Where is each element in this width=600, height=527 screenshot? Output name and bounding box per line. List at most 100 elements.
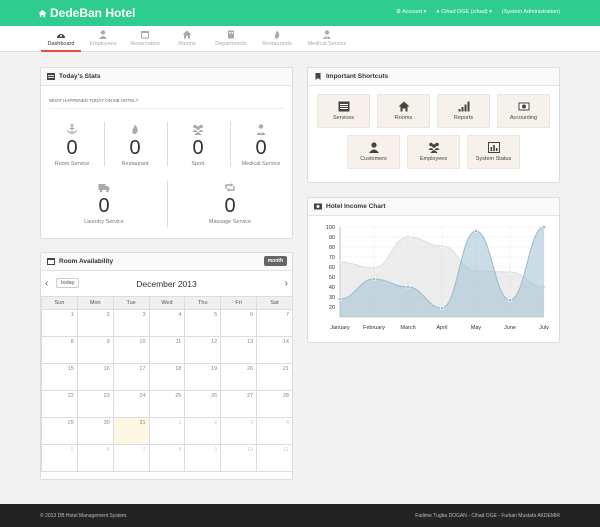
calendar-day[interactable]: 12	[184, 336, 222, 364]
user-role: (System Administration)	[501, 9, 560, 15]
stats-subtitle: WHAT HAPPENED TODAY ON DB HOTEL?	[49, 98, 139, 103]
medical-icon	[256, 124, 266, 135]
calendar-day-today[interactable]: 31	[112, 417, 150, 445]
calendar-day[interactable]: 4	[148, 309, 186, 337]
shortcut-customers[interactable]: Customers	[347, 135, 400, 169]
calendar-day[interactable]: 26	[184, 390, 222, 418]
account-menu[interactable]: ⚙ Account ▾	[396, 9, 426, 15]
calendar-day[interactable]: 29	[41, 417, 78, 445]
calendar-day[interactable]: 20	[220, 363, 258, 391]
calendar-day[interactable]: 8	[41, 336, 78, 364]
group-icon	[428, 142, 439, 153]
calendar-week: 15 16 17 18 19 20 21	[41, 363, 293, 391]
calendar-day[interactable]: 10	[112, 336, 150, 364]
calendar-day[interactable]: 2	[184, 417, 222, 445]
panel-header: Today's Stats	[41, 68, 292, 86]
shortcut-services[interactable]: Services	[317, 94, 370, 128]
y-tick-label: 50	[329, 275, 335, 281]
weekday-header: Sat	[256, 296, 293, 310]
stat-massage-service: 0 Massage Service	[198, 182, 262, 240]
calendar-day[interactable]: 15	[41, 363, 78, 391]
home-icon	[182, 30, 192, 39]
building-icon	[228, 30, 234, 39]
shortcut-system-status[interactable]: System Status	[467, 135, 520, 169]
calendar-day[interactable]: 5	[41, 444, 78, 472]
y-tick-label: 20	[329, 305, 335, 311]
calendar-grid: Sun Mon Tue Wed Thu Fri Sat 1 2 3 4 5 6 …	[41, 296, 293, 472]
x-tick-label: April	[436, 325, 447, 331]
home-icon	[398, 101, 409, 112]
calendar-day[interactable]: 25	[148, 390, 186, 418]
calendar-day[interactable]: 17	[112, 363, 150, 391]
x-tick-label: June	[504, 325, 516, 331]
calendar-day[interactable]: 5	[184, 309, 222, 337]
calendar-day[interactable]: 2	[76, 309, 114, 337]
dashboard-icon	[57, 34, 65, 38]
calendar-day[interactable]: 9	[76, 336, 114, 364]
calendar-day[interactable]: 6	[76, 444, 114, 472]
calendar-day[interactable]: 18	[148, 363, 186, 391]
x-tick-label: January	[330, 325, 350, 331]
calendar-week: 29 30 31 1 2 3 4	[41, 417, 293, 445]
calendar-day[interactable]: 27	[220, 390, 258, 418]
room-availability-panel: Room Availability month ‹ today December…	[40, 252, 293, 480]
calendar-day[interactable]: 6	[220, 309, 258, 337]
stat-laundry-service: 0 Laundry Service	[72, 182, 136, 240]
calendar-day[interactable]: 7	[112, 444, 150, 472]
calendar-day[interactable]: 7	[256, 309, 293, 337]
calendar-day[interactable]: 14	[256, 336, 293, 364]
month-view-button[interactable]: month	[263, 256, 287, 266]
shortcut-employees[interactable]: Employees	[407, 135, 460, 169]
shortcut-reports[interactable]: Reports	[437, 94, 490, 128]
calendar-day[interactable]: 4	[256, 417, 293, 445]
calendar-day[interactable]: 11	[148, 336, 186, 364]
nav-reservation[interactable]: Reservation	[126, 26, 164, 52]
calendar-icon	[47, 258, 55, 265]
calendar-day[interactable]: 3	[112, 309, 150, 337]
data-point	[542, 225, 546, 229]
calendar-day[interactable]: 30	[76, 417, 114, 445]
data-point	[338, 260, 342, 264]
calendar-day[interactable]: 1	[41, 309, 78, 337]
calendar-day[interactable]: 28	[256, 390, 293, 418]
calendar-week: 5 6 7 8 9 10 11	[41, 444, 293, 472]
calendar-day[interactable]: 3	[220, 417, 258, 445]
calendar-day[interactable]: 19	[184, 363, 222, 391]
shortcut-rooms[interactable]: Rooms	[377, 94, 430, 128]
y-tick-label: 60	[329, 265, 335, 271]
nav-dashboard[interactable]: Dashboard	[41, 26, 81, 52]
chevron-right-icon[interactable]: ›	[285, 278, 288, 289]
calendar-day[interactable]: 11	[256, 444, 293, 472]
weekday-header: Thu	[184, 296, 222, 310]
calendar-day[interactable]: 23	[76, 390, 114, 418]
nav-rooms[interactable]: Rooms	[172, 26, 202, 52]
stat-medical-service: 0 Medical Service	[230, 124, 292, 182]
calendar-day[interactable]: 10	[220, 444, 258, 472]
calendar-day[interactable]: 9	[184, 444, 222, 472]
nav-restaurants[interactable]: Restaurants	[258, 26, 296, 52]
user-menu[interactable]: ● Cihad OGE (cihad) ▾	[436, 9, 492, 15]
panel-header: Hotel Income Chart	[308, 198, 559, 216]
calendar-day[interactable]: 16	[76, 363, 114, 391]
calendar-day[interactable]: 8	[148, 444, 186, 472]
y-tick-label: 40	[329, 285, 335, 291]
retweet-icon	[225, 183, 235, 192]
footer-copyright: © 2013 DB Hotel Management System.	[40, 513, 128, 519]
bar-chart-icon	[487, 142, 500, 153]
shortcut-accounting[interactable]: Accounting	[497, 94, 550, 128]
nav-employees[interactable]: Employees	[86, 26, 120, 52]
calendar-week: 22 23 24 25 26 27 28	[41, 390, 293, 418]
medical-icon	[323, 30, 331, 39]
calendar-day[interactable]: 24	[112, 390, 150, 418]
calendar-day[interactable]: 13	[220, 336, 258, 364]
nav-medical-service[interactable]: Medical Service	[304, 26, 350, 52]
brand[interactable]: DedeBan Hotel	[38, 6, 135, 20]
divider	[167, 180, 168, 228]
calendar-day[interactable]: 1	[148, 417, 186, 445]
calendar-day[interactable]: 21	[256, 363, 293, 391]
calendar-day[interactable]: 22	[41, 390, 78, 418]
panel-header: Room Availability month	[41, 253, 292, 271]
stat-restaurant: 0 Restaurant	[104, 124, 166, 182]
bookmark-icon	[315, 73, 321, 80]
nav-departments[interactable]: Departments	[211, 26, 251, 52]
